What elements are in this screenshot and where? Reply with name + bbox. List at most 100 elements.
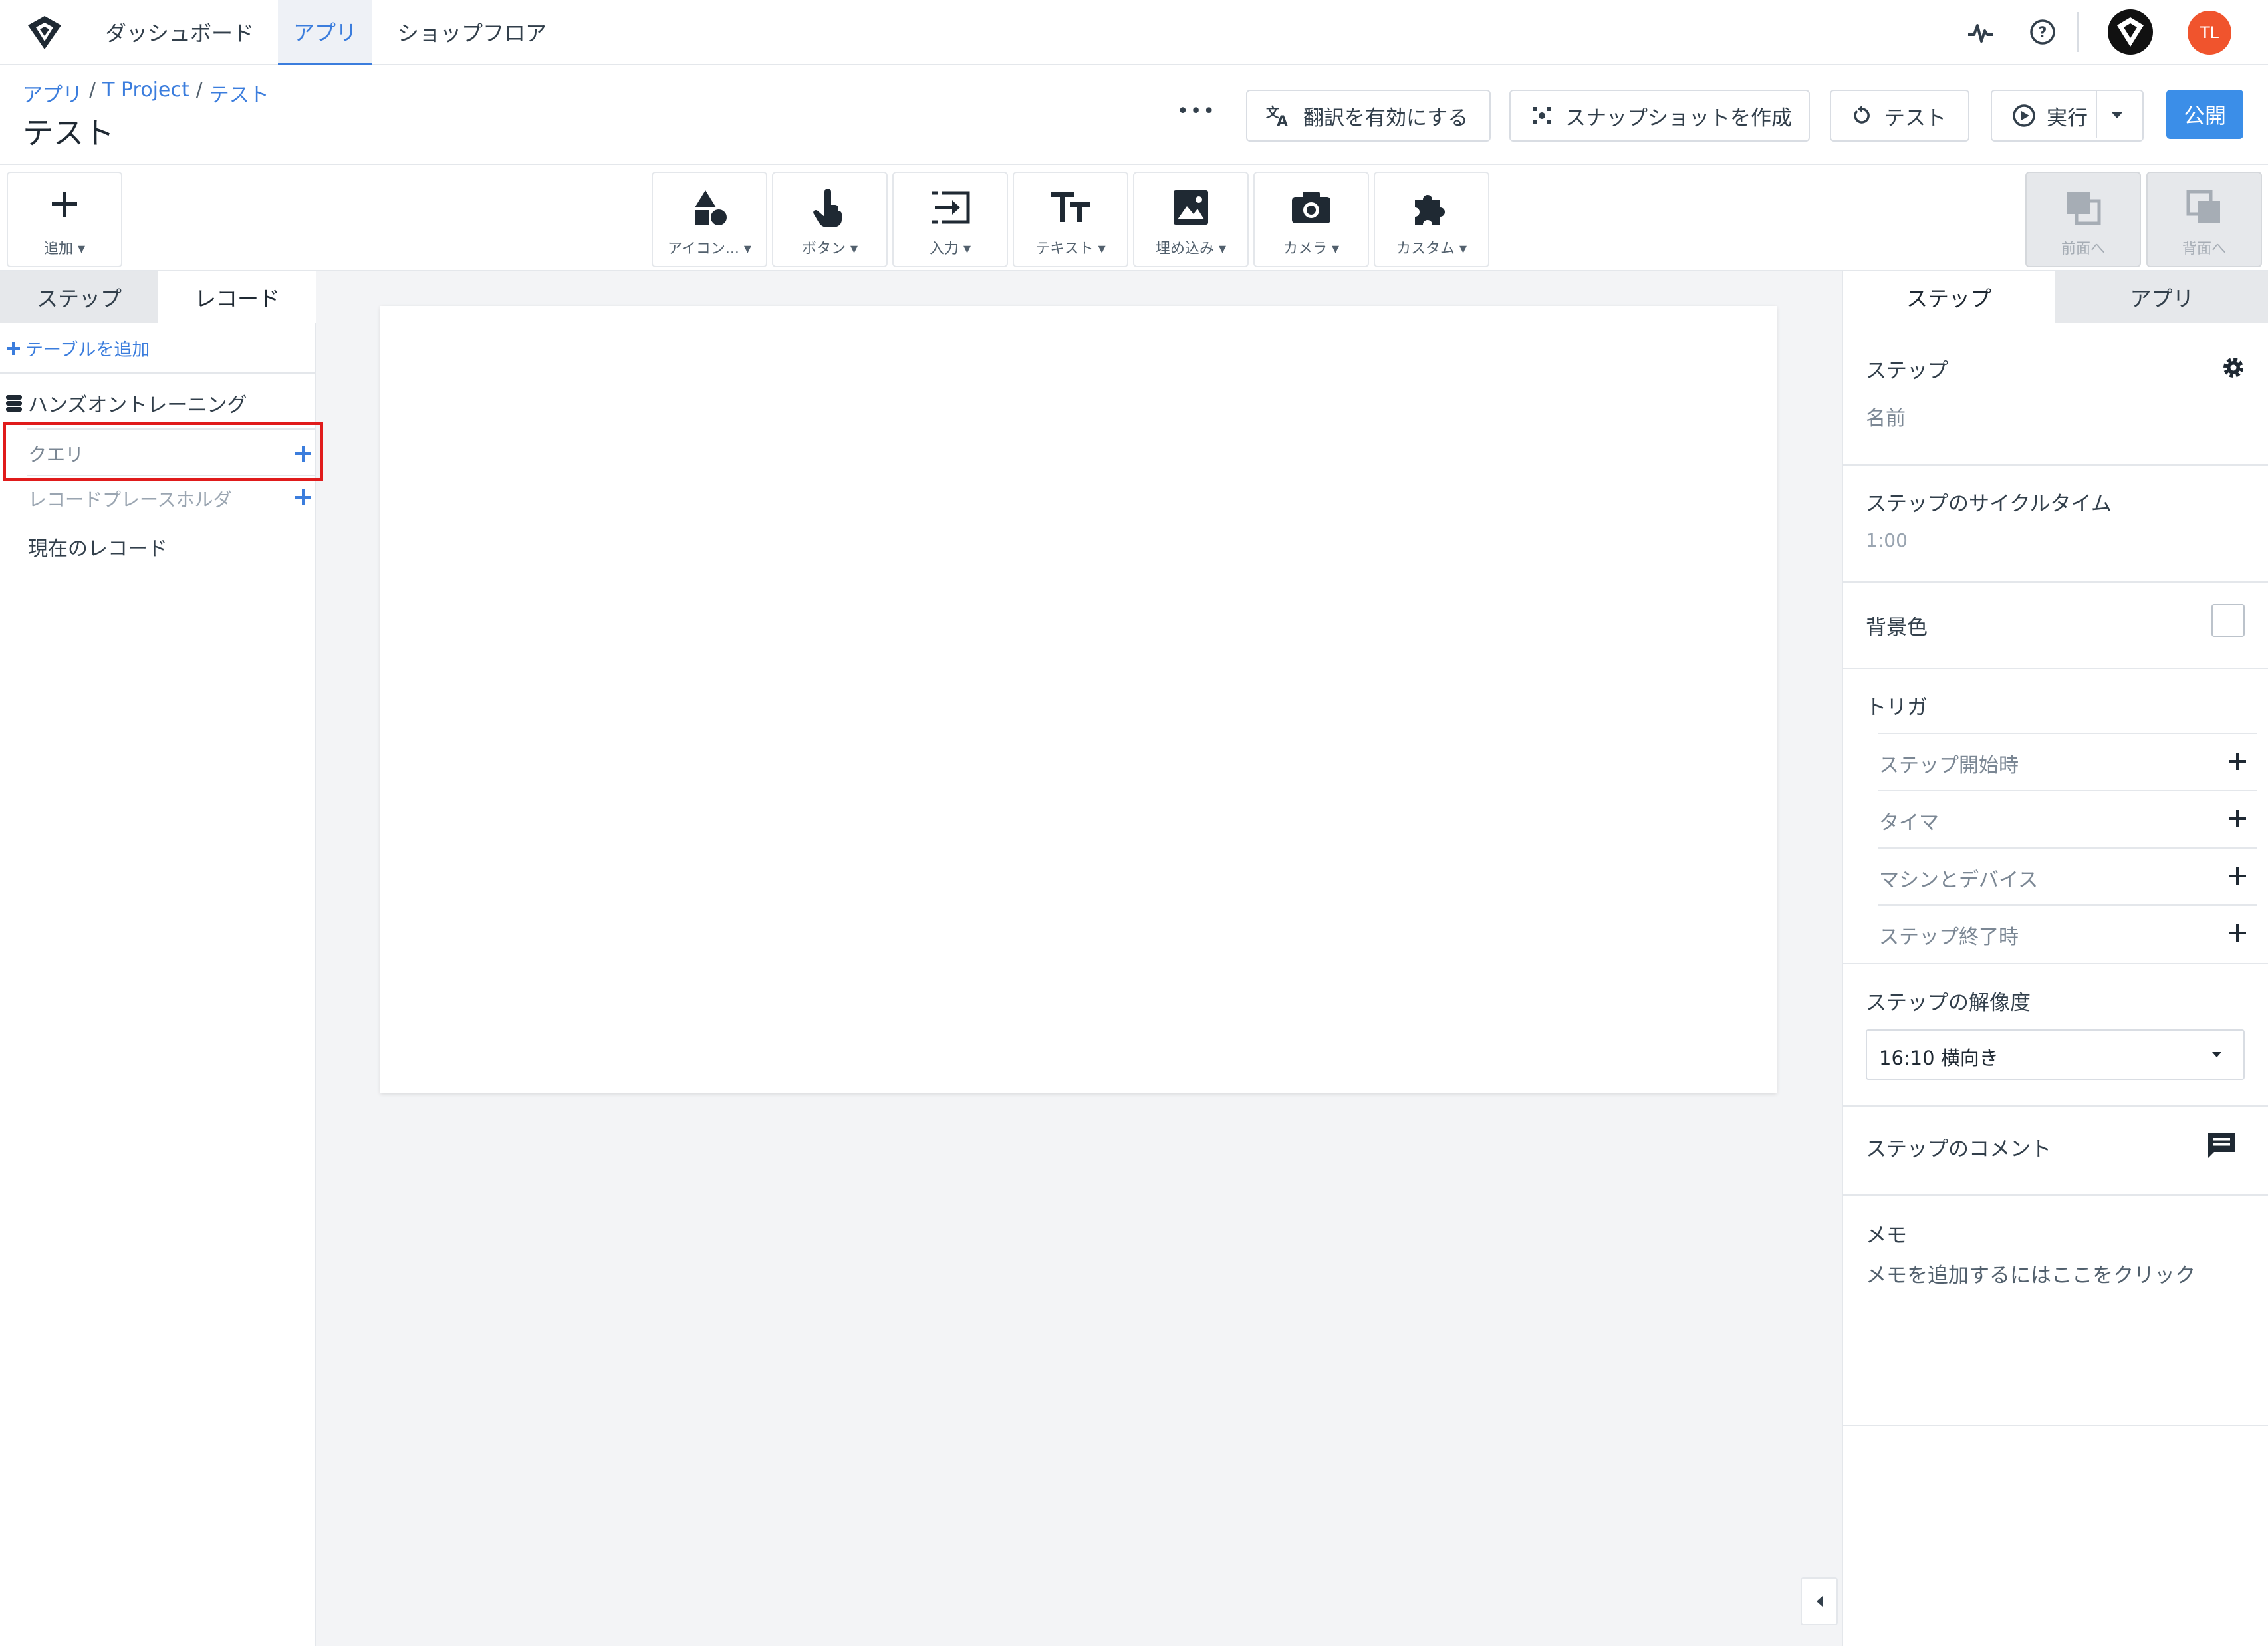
svg-text:?: ? (2039, 25, 2047, 41)
run-button[interactable]: 実行 (1991, 90, 2144, 142)
plus-icon[interactable] (2227, 809, 2247, 829)
plus-icon[interactable] (2227, 752, 2247, 771)
trigger-step-start[interactable]: ステップ開始時 (1878, 733, 2257, 791)
resolution-select[interactable]: 16:10 横向き (1866, 1029, 2245, 1080)
divider (1843, 581, 2268, 583)
plus-icon[interactable] (2227, 866, 2247, 886)
breadcrumb-app[interactable]: テスト (209, 78, 269, 108)
tab-steps[interactable]: ステップ (0, 271, 158, 323)
tab-step[interactable]: ステップ (1843, 271, 2055, 323)
tool-button-label: ボタン ▾ (801, 241, 858, 257)
tool-input-button[interactable]: 入力 ▾ (892, 172, 1008, 267)
current-record-item[interactable]: 現在のレコード (28, 532, 168, 561)
add-button[interactable]: 追加 ▾ (7, 172, 122, 267)
plus-icon (8, 189, 121, 219)
resolution-value: 16:10 横向き (1879, 1047, 1999, 1069)
text-size-icon (1014, 189, 1127, 226)
tool-button-button[interactable]: ボタン ▾ (772, 172, 888, 267)
translate-icon: 文A (1265, 102, 1291, 129)
chevron-left-icon (1815, 1595, 1823, 1607)
enable-translation-label: 翻訳を有効にする (1303, 106, 1469, 130)
send-back-icon (2148, 189, 2261, 226)
tab-app[interactable]: アプリ (2055, 271, 2268, 323)
bring-front-icon (2027, 189, 2140, 226)
plus-icon (5, 341, 21, 356)
tool-embed-button[interactable]: 埋め込み ▾ (1133, 172, 1249, 267)
breadcrumb-separator: / (195, 78, 203, 102)
breadcrumb-separator: / (89, 78, 96, 102)
trigger-label: ステップ開始時 (1879, 754, 2019, 777)
tool-input-label: 入力 ▾ (929, 241, 971, 257)
tool-custom-label: カスタム ▾ (1396, 241, 1467, 257)
left-panel: ステップ レコード テーブルを追加 ハンズオントレーニング クエリ レコードプレ… (0, 271, 323, 1646)
divider (1843, 1105, 2268, 1107)
memo-placeholder[interactable]: メモを追加するにはここをクリック (1866, 1258, 2196, 1288)
publish-button[interactable]: 公開 (2166, 90, 2243, 139)
help-icon[interactable]: ? (2029, 18, 2057, 46)
test-button[interactable]: テスト (1830, 90, 1969, 142)
add-table-link[interactable]: テーブルを追加 (5, 335, 150, 361)
input-icon (894, 189, 1007, 226)
divider (1843, 464, 2268, 466)
comment-icon[interactable] (2206, 1131, 2237, 1160)
tool-icons-label: アイコン... ▾ (668, 241, 751, 257)
puzzle-icon (1375, 189, 1488, 229)
app-header: アプリ / T Project / テスト テスト ••• 文A 翻訳を有効にす… (0, 65, 2268, 165)
trigger-machines-devices[interactable]: マシンとデバイス (1878, 847, 2257, 906)
factory-logo-icon[interactable] (2106, 8, 2154, 56)
divider (2096, 91, 2097, 138)
more-options-button[interactable]: ••• (1177, 100, 1216, 123)
widget-toolbar: 追加 ▾ アイコン... ▾ ボタン ▾ 入力 ▾ テキスト ▾ 埋め込み ▾ (0, 165, 2268, 271)
svg-text:A: A (1277, 114, 1288, 129)
breadcrumb-apps[interactable]: アプリ (23, 78, 82, 108)
nav-tab-apps[interactable]: アプリ (278, 0, 372, 65)
chevron-down-icon (2210, 1051, 2223, 1059)
gear-icon[interactable] (2221, 355, 2246, 380)
activity-icon[interactable] (1967, 19, 1995, 47)
divider (0, 372, 315, 374)
tool-custom-button[interactable]: カスタム ▾ (1374, 172, 1489, 267)
tool-text-button[interactable]: テキスト ▾ (1013, 172, 1128, 267)
divider (1843, 963, 2268, 964)
enable-translation-button[interactable]: 文A 翻訳を有効にする (1246, 90, 1491, 142)
bring-to-front-label: 前面へ (2061, 241, 2105, 257)
memo-label: メモ (1866, 1224, 1907, 1248)
divider (2077, 12, 2079, 52)
triggers-label: トリガ (1866, 696, 1928, 720)
trigger-label: マシンとデバイス (1879, 869, 2039, 892)
step-name-field[interactable]: 名前 (1866, 402, 1906, 431)
create-snapshot-label: スナップショットを作成 (1565, 106, 1792, 130)
tool-icons-button[interactable]: アイコン... ▾ (652, 172, 767, 267)
run-label: 実行 (2047, 106, 2088, 130)
divider (1843, 1425, 2268, 1426)
breadcrumb-project[interactable]: T Project (102, 78, 189, 108)
send-to-back-button[interactable]: 背面へ (2146, 172, 2262, 267)
table-name: ハンズオントレーニング (28, 394, 247, 417)
avatar[interactable]: TL (2188, 11, 2231, 55)
trigger-step-end[interactable]: ステップ終了時 (1878, 904, 2257, 963)
cycle-time-value[interactable]: 1:00 (1866, 529, 1908, 551)
divider (1843, 1194, 2268, 1196)
tab-records[interactable]: レコード (158, 271, 316, 323)
bring-to-front-button[interactable]: 前面へ (2025, 172, 2141, 267)
camera-icon (1255, 189, 1368, 225)
restart-icon (1851, 105, 1872, 126)
chevron-down-icon[interactable] (2110, 111, 2124, 119)
trigger-timer[interactable]: タイマ (1878, 790, 2257, 849)
step-section-label: ステップ (1866, 359, 1948, 383)
background-color-swatch[interactable] (2211, 604, 2245, 637)
logo-icon[interactable] (25, 13, 64, 52)
plus-icon[interactable] (2227, 923, 2247, 943)
step-canvas[interactable] (380, 306, 1777, 1093)
record-placeholder-label: レコードプレースホルダ (28, 489, 232, 511)
pointer-hand-icon (773, 189, 886, 227)
table-item[interactable]: ハンズオントレーニング (5, 388, 247, 418)
collapse-panel-button[interactable] (1801, 1577, 1838, 1625)
test-label: テスト (1884, 106, 1946, 130)
tool-camera-button[interactable]: カメラ ▾ (1253, 172, 1369, 267)
nav-tab-dashboard[interactable]: ダッシュボード (93, 0, 266, 64)
add-label: 追加 ▾ (43, 241, 86, 257)
nav-tab-shopfloor[interactable]: ショップフロア (386, 0, 559, 64)
create-snapshot-button[interactable]: スナップショットを作成 (1509, 90, 1810, 142)
add-placeholder-icon[interactable] (294, 488, 313, 507)
